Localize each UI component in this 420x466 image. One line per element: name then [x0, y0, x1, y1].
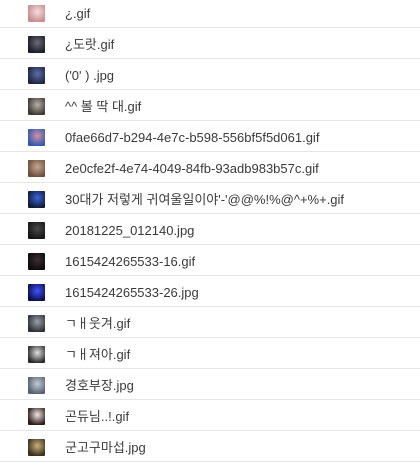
file-thumbnail[interactable]	[28, 67, 45, 84]
file-name[interactable]: ('0' ) .jpg	[65, 67, 114, 84]
file-row[interactable]: ㄱㅐ웃겨.gif	[0, 307, 420, 338]
file-thumbnail[interactable]	[28, 191, 45, 208]
file-thumbnail[interactable]	[28, 377, 45, 394]
file-row[interactable]: 0fae66d7-b294-4e7c-b598-556bf5f5d061.gif	[0, 121, 420, 152]
file-list: ¿.gif ¿도랏.gif ('0' ) .jpg ^^ 볼 딱 대.gif 0fae6…	[0, 0, 420, 462]
file-name[interactable]: 20181225_012140.jpg	[65, 222, 194, 239]
file-thumbnail[interactable]	[28, 222, 45, 239]
file-thumbnail[interactable]	[28, 5, 45, 22]
file-name[interactable]: 1615424265533-26.jpg	[65, 284, 199, 301]
file-row[interactable]: 1615424265533-26.jpg	[0, 276, 420, 307]
file-thumbnail[interactable]	[28, 439, 45, 456]
file-thumbnail[interactable]	[28, 253, 45, 270]
file-thumbnail[interactable]	[28, 408, 45, 425]
file-name[interactable]: 0fae66d7-b294-4e7c-b598-556bf5f5d061.gif	[65, 129, 319, 146]
file-thumbnail[interactable]	[28, 346, 45, 363]
file-thumbnail[interactable]	[28, 36, 45, 53]
file-name[interactable]: ^^ 볼 딱 대.gif	[65, 98, 141, 115]
file-row[interactable]: 2e0cfe2f-4e74-4049-84fb-93adb983b57c.gif	[0, 152, 420, 183]
file-row[interactable]: 경호부장.jpg	[0, 369, 420, 400]
file-row[interactable]: ㄱㅐ져아.gif	[0, 338, 420, 369]
file-name[interactable]: 군고구마섭.jpg	[65, 439, 146, 456]
file-name[interactable]: ㄱㅐ웃겨.gif	[65, 315, 130, 332]
file-thumbnail[interactable]	[28, 129, 45, 146]
file-thumbnail[interactable]	[28, 315, 45, 332]
file-thumbnail[interactable]	[28, 160, 45, 177]
file-name[interactable]: ㄱㅐ져아.gif	[65, 346, 130, 363]
file-row[interactable]: 1615424265533-16.gif	[0, 245, 420, 276]
file-name[interactable]: 30대가 저렇게 귀여울일이야'-'@@%!%@^+%+.gif	[65, 191, 344, 208]
file-row[interactable]: 30대가 저렇게 귀여울일이야'-'@@%!%@^+%+.gif	[0, 183, 420, 214]
file-name[interactable]: ¿.gif	[65, 5, 90, 22]
file-name[interactable]: 1615424265533-16.gif	[65, 253, 195, 270]
file-thumbnail[interactable]	[28, 284, 45, 301]
file-name[interactable]: 2e0cfe2f-4e74-4049-84fb-93adb983b57c.gif	[65, 160, 319, 177]
file-thumbnail[interactable]	[28, 98, 45, 115]
file-row[interactable]: ('0' ) .jpg	[0, 59, 420, 90]
file-name[interactable]: 곤듀님..!.gif	[65, 408, 129, 425]
file-row[interactable]: ^^ 볼 딱 대.gif	[0, 90, 420, 121]
file-name[interactable]: ¿도랏.gif	[65, 36, 114, 53]
file-row[interactable]: ¿도랏.gif	[0, 28, 420, 59]
file-row[interactable]: 곤듀님..!.gif	[0, 400, 420, 431]
file-name[interactable]: 경호부장.jpg	[65, 377, 134, 394]
file-row[interactable]: ¿.gif	[0, 0, 420, 28]
file-row[interactable]: 20181225_012140.jpg	[0, 214, 420, 245]
file-row[interactable]: 군고구마섭.jpg	[0, 431, 420, 462]
